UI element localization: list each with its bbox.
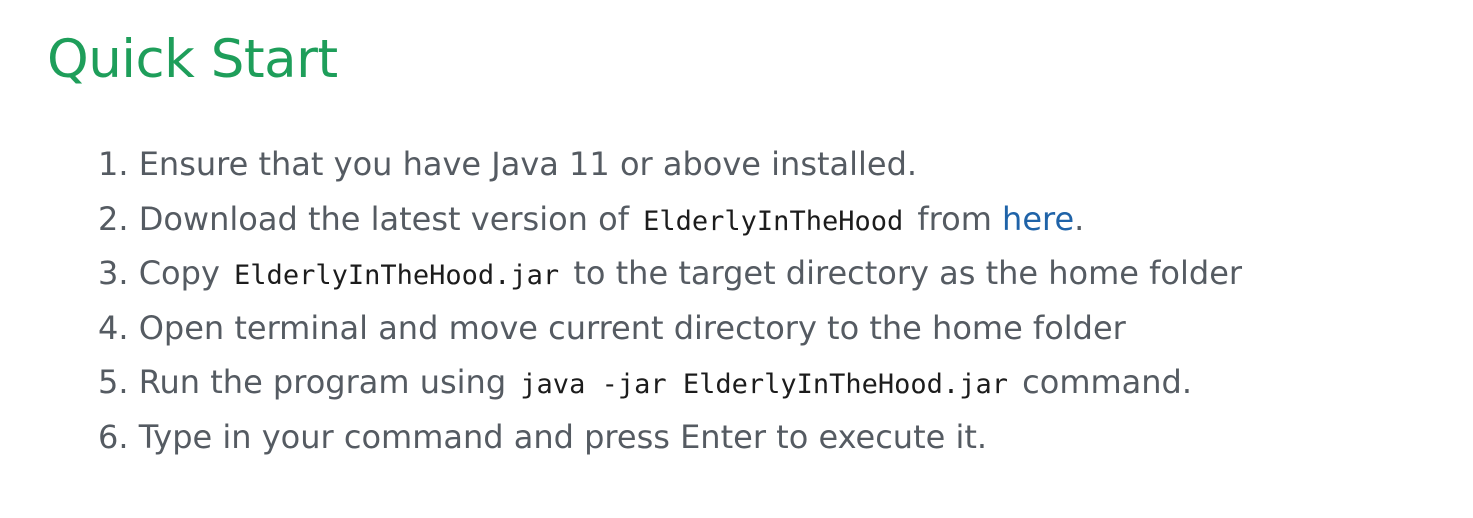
- steps-list: 1. Ensure that you have Java 11 or above…: [98, 137, 1242, 464]
- step-number: 4.: [98, 308, 129, 347]
- inline-code: ElderlyInTheHood.jar: [234, 260, 560, 291]
- step-number: 6.: [98, 417, 129, 456]
- step-text: Run the program using: [138, 363, 507, 401]
- step-text: Copy: [138, 254, 220, 292]
- step-text: to the target directory as the home fold…: [573, 254, 1243, 292]
- step-text: .: [1074, 199, 1085, 238]
- step-number: 5.: [98, 363, 129, 401]
- step-number: 1.: [98, 145, 129, 183]
- list-item: 1. Ensure that you have Java 11 or above…: [98, 137, 1242, 192]
- inline-code: ElderlyInTheHood: [643, 205, 904, 237]
- step-text: Type in your command and press Enter to …: [138, 417, 988, 456]
- list-item: 4. Open terminal and move current direct…: [98, 301, 1242, 356]
- quick-start-section: Quick Start 1. Ensure that you have Java…: [0, 0, 1473, 518]
- list-item: 2. Download the latest version of Elderl…: [98, 192, 1242, 247]
- step-text: from: [917, 199, 992, 238]
- step-text: Open terminal and move current directory…: [138, 308, 1126, 347]
- step-text: Download the latest version of: [138, 199, 629, 238]
- inline-code: java -jar ElderlyInTheHood.jar: [520, 369, 1008, 400]
- step-number: 2.: [98, 199, 129, 238]
- step-number: 3.: [98, 254, 129, 292]
- section-heading: Quick Start: [47, 29, 338, 90]
- list-item: 6. Type in your command and press Enter …: [98, 410, 1242, 465]
- list-item: 3. Copy ElderlyInTheHood.jar to the targ…: [98, 246, 1242, 301]
- step-text: command.: [1022, 363, 1193, 401]
- list-item: 5. Run the program using java -jar Elder…: [98, 355, 1242, 410]
- step-text: Ensure that you have Java 11 or above in…: [138, 145, 918, 183]
- download-link[interactable]: here: [1002, 200, 1074, 238]
